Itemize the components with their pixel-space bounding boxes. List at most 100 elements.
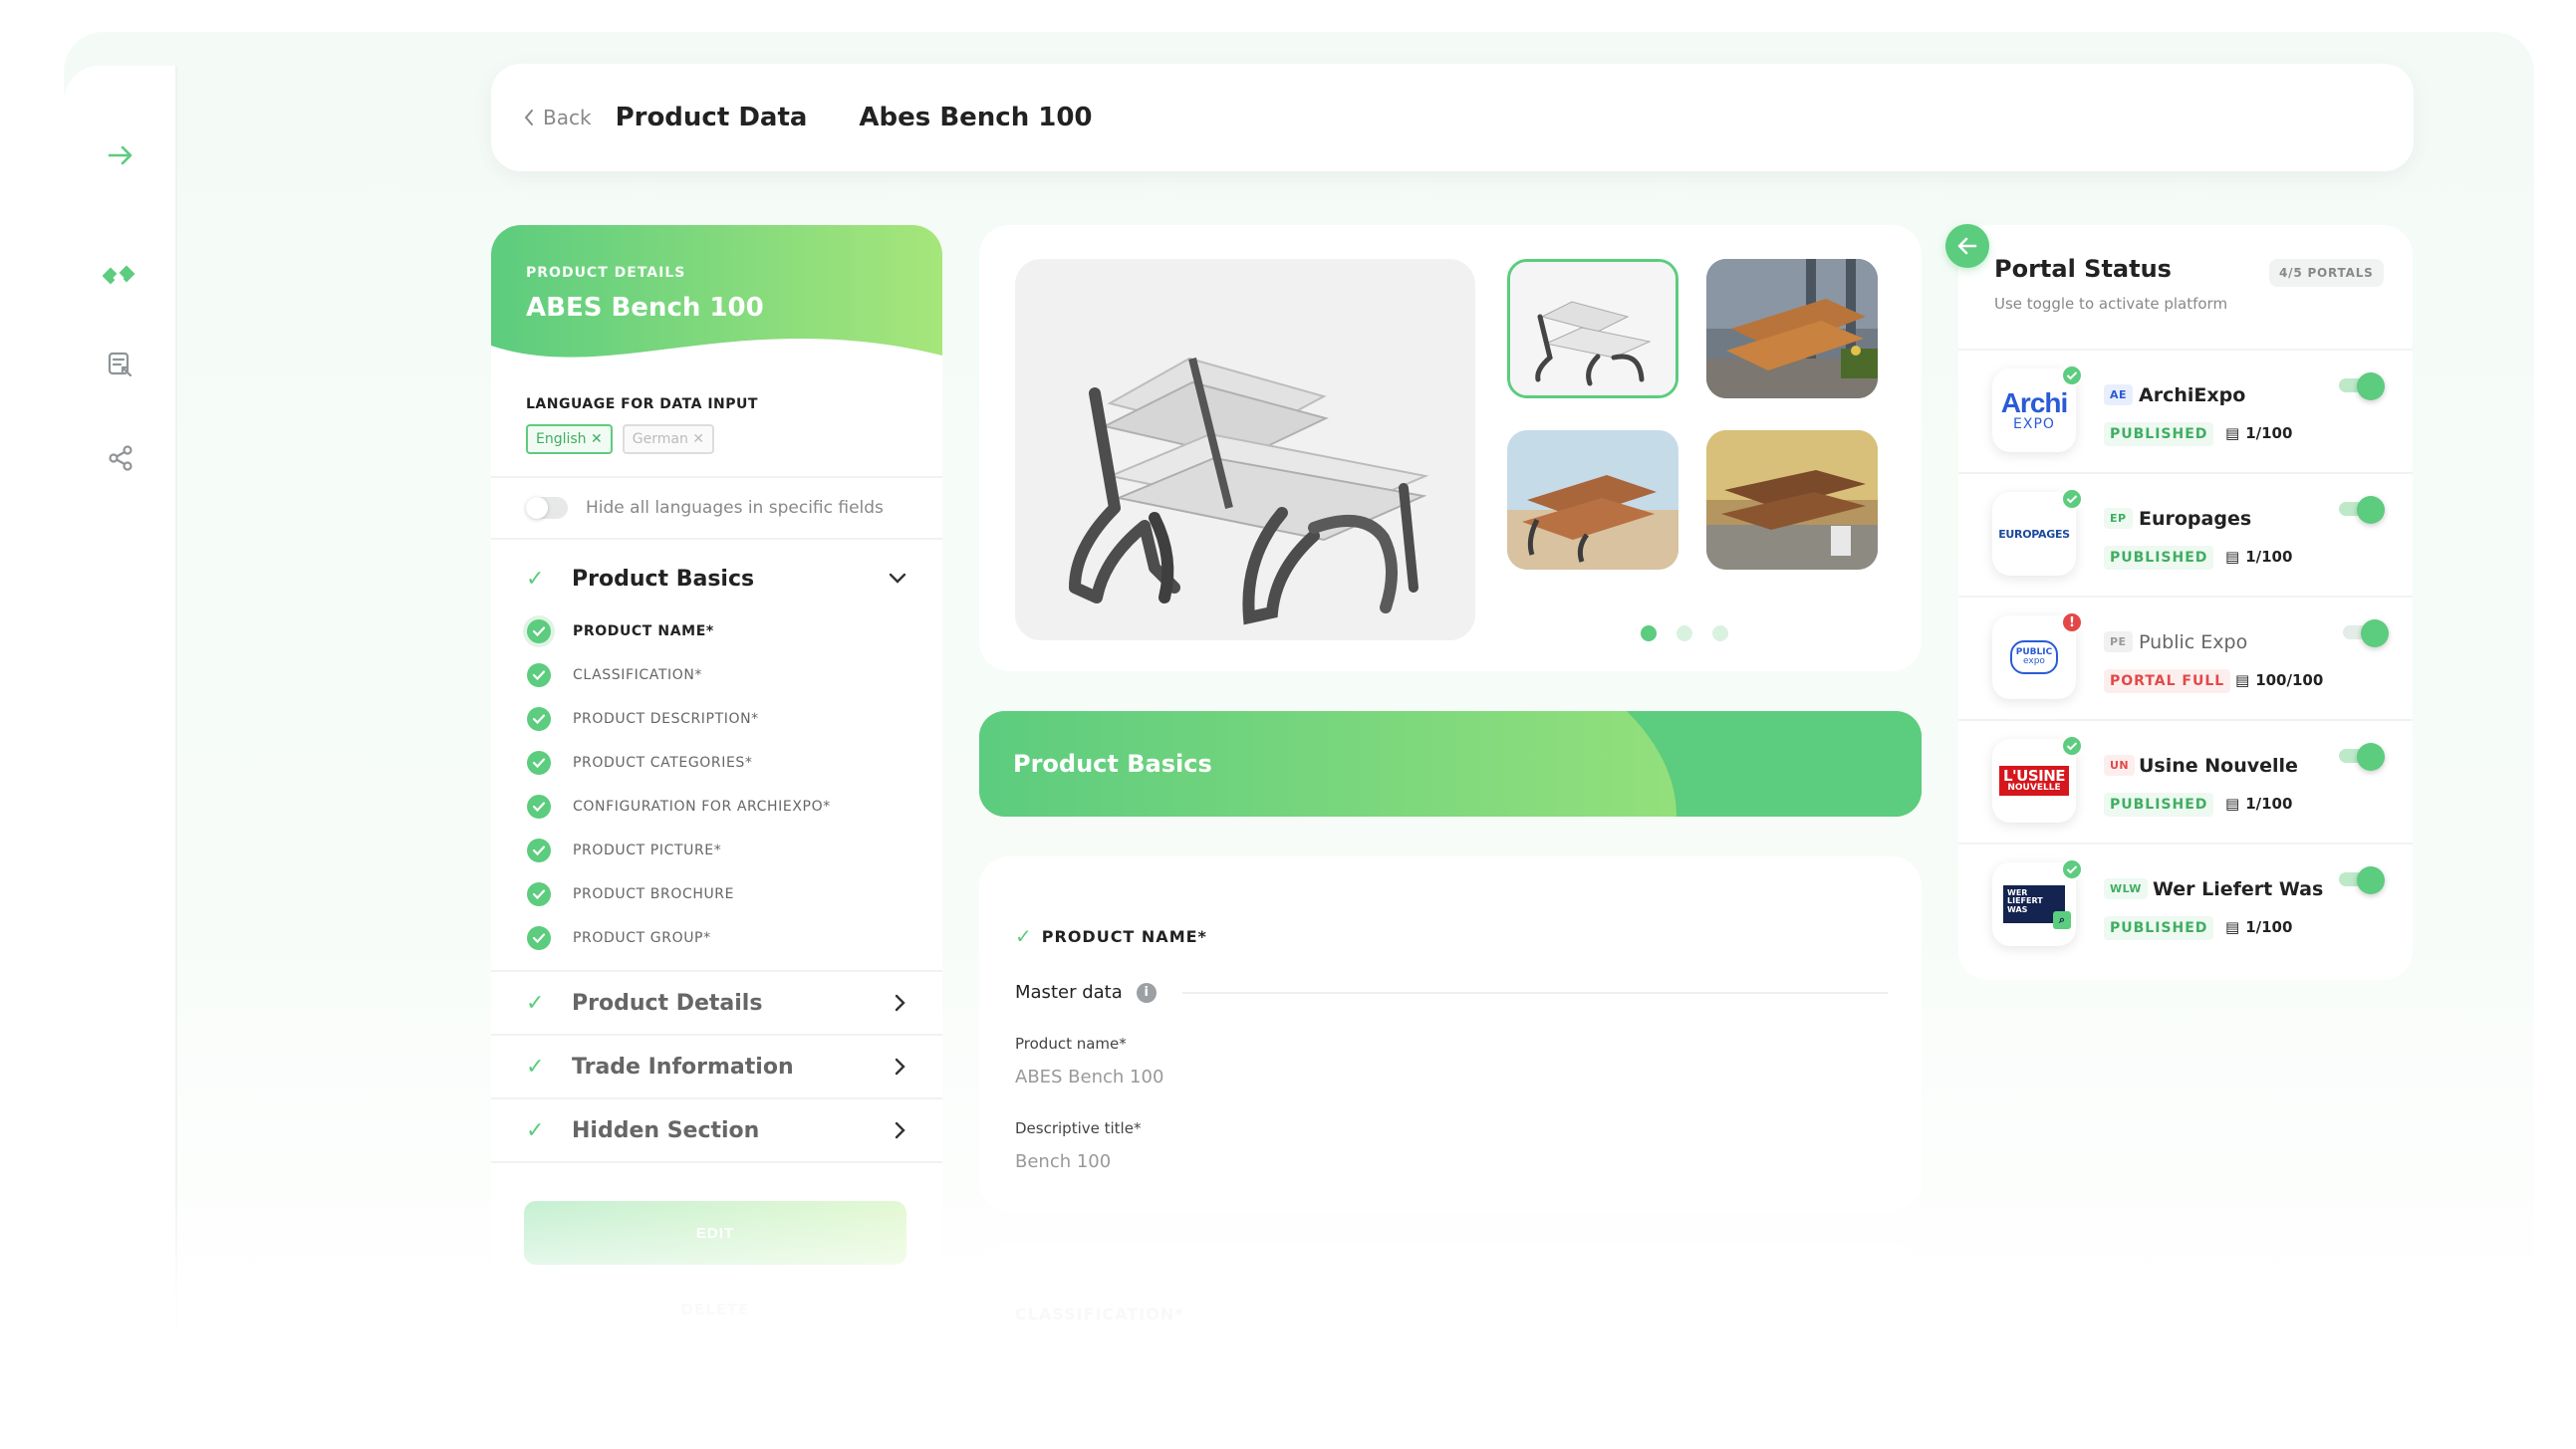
portal-row-usine-nouvelle: L'USINE NOUVELLE UN Usine Nouvelle PUBLI… [1958,719,2413,843]
basics-item-product-picture[interactable]: PRODUCT PICTURE* [491,829,942,872]
classification-card: CLASSIFICATION* [979,1245,1922,1394]
thumbnail-2[interactable] [1706,259,1878,398]
hide-languages-row: Hide all languages in specific fields [491,478,942,538]
portal-status-subtitle: Use toggle to activate platform [1994,295,2228,313]
section-title: Hidden Section [572,1117,760,1143]
published-check-icon [2061,488,2083,510]
section-trade-information[interactable]: ✓ Trade Information [491,1036,942,1097]
chevron-left-icon [524,110,533,125]
portal-name: Public Expo [2139,631,2248,653]
basics-item-configuration[interactable]: CONFIGURATION FOR ARCHIEXPO* [491,785,942,829]
logo-diamond-icon[interactable] [99,253,142,297]
check-circle-icon [527,839,551,862]
product-gallery [979,225,1922,671]
basics-item-label: PRODUCT PICTURE* [573,843,722,858]
product-name-value[interactable]: ABES Bench 100 [1015,1067,1888,1087]
thumbnail-1[interactable] [1507,259,1678,398]
basics-item-product-categories[interactable]: PRODUCT CATEGORIES* [491,741,942,785]
main-product-image [1015,259,1475,640]
portal-name: Europages [2139,508,2252,530]
hide-languages-toggle[interactable] [526,497,568,519]
product-details-panel: PRODUCT DETAILS ABES Bench 100 LANGUAGE … [491,225,942,1370]
basics-item-label: CONFIGURATION FOR ARCHIEXPO* [573,799,831,815]
basics-item-product-group[interactable]: PRODUCT GROUP* [491,916,942,960]
thumbnail-bench-image [1507,430,1678,570]
descriptive-title-label: Descriptive title* [1015,1119,1142,1137]
portal-toggle[interactable] [2339,372,2385,400]
section-product-basics[interactable]: ✓ Product Basics [491,548,942,609]
portal-name: Wer Liefert Was [2153,878,2324,900]
check-circle-icon [527,795,551,819]
hide-languages-label: Hide all languages in specific fields [586,498,884,518]
thumbnail-bench-image [1510,262,1675,395]
portal-state: PUBLISHED [2104,422,2214,446]
collapse-panel-button[interactable] [1945,224,1989,268]
basics-item-list: PRODUCT NAME* CLASSIFICATION* PRODUCT DE… [491,609,942,960]
portal-toggle[interactable] [2339,743,2385,771]
portal-abbr: EP [2104,508,2133,529]
section-title: Product Basics [572,566,755,592]
portal-toggle[interactable] [2343,619,2389,647]
expand-arrow-icon[interactable] [99,133,142,177]
gallery-dot-3[interactable] [1712,625,1728,641]
edit-document-icon[interactable] [99,343,142,386]
field-group-heading: PRODUCT NAME* [1041,926,1207,946]
top-bar: Back Product Data Abes Bench 100 [491,64,2414,171]
product-title: Abes Bench 100 [859,103,1093,132]
portal-state: PUBLISHED [2104,793,2214,817]
info-icon[interactable]: i [1136,982,1157,1003]
check-circle-icon [527,751,551,775]
check-circle-icon [527,663,551,687]
section-title: Product Details [572,990,763,1016]
portal-abbr: WLW [2104,878,2148,899]
product-basics-banner: Product Basics [979,711,1922,817]
published-check-icon [2061,858,2083,880]
storage-icon: ▤ [2225,795,2240,813]
basics-item-product-brochure[interactable]: PRODUCT BROCHURE [491,872,942,916]
back-button[interactable]: Back [523,106,592,129]
basics-item-product-name[interactable]: PRODUCT NAME* [491,609,942,653]
edit-button[interactable]: EDIT [524,1201,906,1265]
descriptive-title-value[interactable]: Bench 100 [1015,1151,1888,1172]
gallery-dot-2[interactable] [1676,625,1692,641]
arrow-left-icon [1957,237,1977,255]
basics-item-label: PRODUCT CATEGORIES* [573,755,753,771]
portal-name: Usine Nouvelle [2139,755,2298,777]
divider [1181,991,1888,994]
language-chip-german[interactable]: German ✕ [622,424,714,454]
alert-icon: ! [2061,611,2083,633]
product-details-header: PRODUCT DETAILS ABES Bench 100 [491,225,942,375]
published-check-icon [2061,735,2083,757]
language-chip-english[interactable]: English ✕ [526,424,613,454]
check-circle-icon [527,926,551,950]
portal-row-archiexpo: Archi EXPO AE ArchiExpo PUBLISHED ▤ 1/100 [1958,349,2413,472]
check-icon: ✓ [526,1054,545,1080]
gallery-dot-1[interactable] [1641,625,1657,641]
share-icon[interactable] [99,436,142,480]
portal-row-wer-liefert-was: WER LIEFERT WAS ⌕ WLW Wer Liefert Was PU… [1958,843,2413,966]
thumbnail-4[interactable] [1706,430,1878,570]
section-product-details[interactable]: ✓ Product Details [491,972,942,1034]
portal-usage: ▤ 1/100 [2225,424,2293,442]
page-title: Product Data [615,103,808,132]
basics-item-product-description[interactable]: PRODUCT DESCRIPTION* [491,697,942,741]
chevron-right-icon [895,994,905,1012]
portal-state: PORTAL FULL [2104,669,2231,693]
portal-state: PUBLISHED [2104,546,2214,570]
basics-item-label: PRODUCT DESCRIPTION* [573,711,759,727]
delete-button[interactable]: DELETE [524,1301,906,1319]
basics-item-classification[interactable]: CLASSIFICATION* [491,653,942,697]
portal-abbr: PE [2104,631,2133,652]
chevron-right-icon [895,1121,905,1139]
thumbnail-bench-image [1706,430,1878,570]
language-label: LANGUAGE FOR DATA INPUT [526,396,758,412]
classification-heading: CLASSIFICATION* [1015,1305,1184,1324]
portal-name: ArchiExpo [2139,384,2246,406]
storage-icon: ▤ [2225,424,2240,442]
portal-toggle[interactable] [2339,866,2385,894]
portal-toggle[interactable] [2339,496,2385,524]
portal-row-public-expo: PUBLIC expo ! PE Public Expo PORTAL FULL… [1958,596,2413,719]
search-icon: ⌕ [2053,911,2071,929]
thumbnail-3[interactable] [1507,430,1678,570]
section-hidden-section[interactable]: ✓ Hidden Section [491,1099,942,1161]
